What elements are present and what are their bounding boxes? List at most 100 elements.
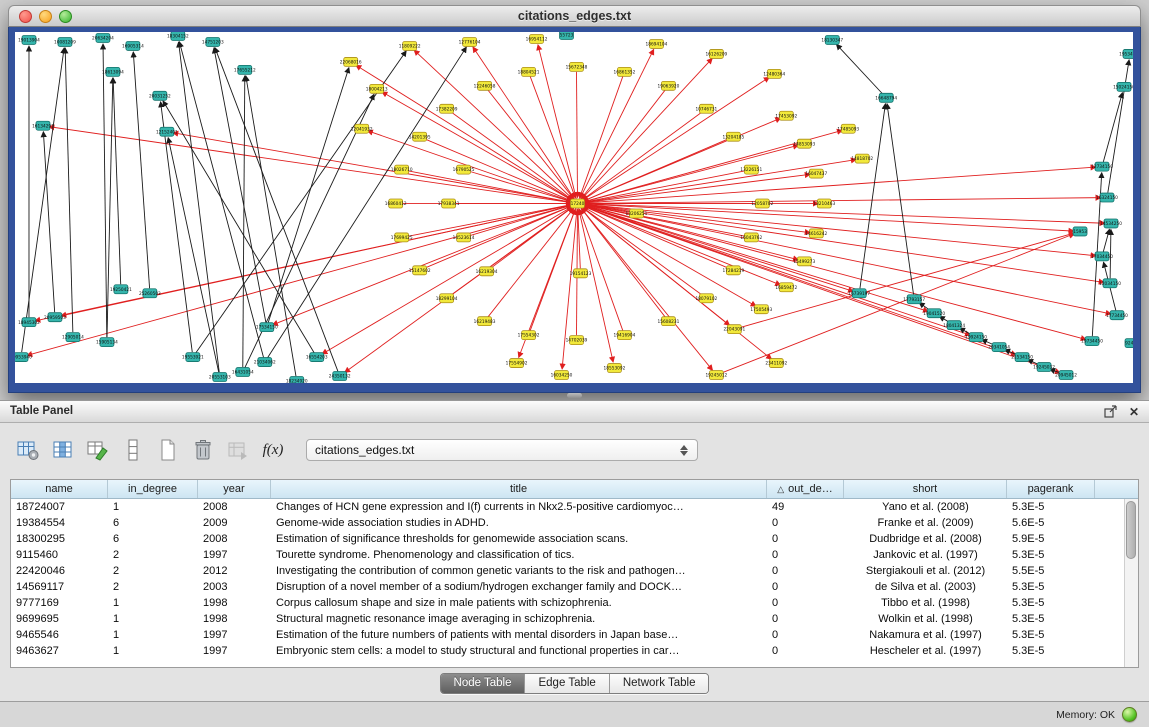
graph-node[interactable]: 20031252 bbox=[149, 91, 171, 100]
graph-node[interactable]: 17554902 bbox=[506, 359, 528, 368]
graph-node[interactable]: 16739197 bbox=[848, 289, 870, 298]
graph-edge[interactable] bbox=[407, 205, 572, 237]
graph-edge[interactable] bbox=[356, 65, 574, 201]
table-cell-in-degree[interactable]: 1 bbox=[108, 611, 198, 627]
column-header-out-de-[interactable]: △out_de… bbox=[767, 480, 844, 498]
graph-node[interactable]: 12152401 bbox=[156, 127, 178, 136]
graph-edge[interactable] bbox=[582, 205, 781, 285]
graph-node[interactable]: 10746731 bbox=[695, 104, 717, 113]
graph-node[interactable]: 19063920 bbox=[658, 81, 680, 90]
graph-node[interactable]: 18026710 bbox=[391, 165, 413, 174]
table-source-dropdown[interactable]: citations_edges.txt bbox=[306, 439, 698, 461]
graph-edge[interactable] bbox=[582, 198, 1101, 204]
graph-edge[interactable] bbox=[267, 47, 466, 358]
graph-edge[interactable] bbox=[272, 205, 573, 325]
graph-node[interactable]: 12058702 bbox=[751, 199, 773, 208]
table-cell-in-degree[interactable]: 1 bbox=[108, 627, 198, 643]
graph-node[interactable]: 19154123 bbox=[570, 269, 592, 278]
graph-node[interactable]: 19924150 bbox=[965, 333, 987, 342]
table-cell-name[interactable]: 22420046 bbox=[11, 563, 108, 579]
graph-edge[interactable] bbox=[22, 48, 64, 352]
network-window-titlebar[interactable]: citations_edges.txt bbox=[8, 5, 1141, 27]
table-cell-pagerank[interactable]: 5.3E-5 bbox=[1007, 499, 1095, 515]
graph-node[interactable]: 10953940 bbox=[15, 353, 32, 362]
graph-node[interactable]: 55723 bbox=[560, 32, 574, 39]
graph-node[interactable]: 18304152 bbox=[167, 32, 189, 40]
graph-node[interactable]: 15672348 bbox=[566, 62, 588, 71]
graph-edge[interactable] bbox=[1103, 229, 1109, 251]
table-cell-out-de-[interactable]: 0 bbox=[767, 547, 844, 563]
table-cell-short[interactable]: Yano et al. (2008) bbox=[844, 499, 1007, 515]
table-cell-out-de-[interactable]: 49 bbox=[767, 499, 844, 515]
table-row[interactable]: 946362711997Embryonic stem cells: a mode… bbox=[11, 643, 1124, 659]
table-row[interactable]: 946554611997Estimation of the future num… bbox=[11, 627, 1124, 643]
graph-node[interactable]: 16905314 bbox=[122, 41, 144, 50]
table-cell-pagerank[interactable]: 5.3E-5 bbox=[1007, 611, 1095, 627]
graph-node[interactable]: 18553092 bbox=[604, 364, 626, 373]
table-cell-year[interactable]: 1997 bbox=[198, 547, 271, 563]
column-header-in-degree[interactable]: in_degree bbox=[108, 480, 198, 498]
table-cell-pagerank[interactable]: 5.9E-5 bbox=[1007, 531, 1095, 547]
column-visibility-button[interactable] bbox=[49, 436, 77, 464]
new-column-button[interactable] bbox=[154, 436, 182, 464]
table-row[interactable]: 1830029562008Estimation of significance … bbox=[11, 531, 1124, 547]
table-cell-short[interactable]: Stergiakouli et al. (2012) bbox=[844, 563, 1007, 579]
table-cell-title[interactable]: Genome-wide association studies in ADHD. bbox=[271, 515, 767, 531]
table-cell-title[interactable]: Investigating the contribution of common… bbox=[271, 563, 767, 579]
table-cell-year[interactable]: 2009 bbox=[198, 515, 271, 531]
graph-edge[interactable] bbox=[163, 101, 314, 353]
graph-edge[interactable] bbox=[887, 104, 913, 295]
delete-column-button[interactable] bbox=[189, 436, 217, 464]
citation-network-graph[interactable]: 1724012058702160437621728421918079102156… bbox=[15, 32, 1133, 383]
graph-node[interactable]: 11809222 bbox=[399, 41, 421, 50]
table-row[interactable]: 911546021997Tourette syndrome. Phenomeno… bbox=[11, 547, 1124, 563]
graph-edge[interactable] bbox=[168, 138, 219, 373]
table-cell-year[interactable]: 2012 bbox=[198, 563, 271, 579]
graph-edge[interactable] bbox=[1103, 93, 1122, 162]
graph-edge[interactable] bbox=[581, 58, 712, 199]
table-cell-out-de-[interactable]: 0 bbox=[767, 643, 844, 659]
table-cell-out-de-[interactable]: 0 bbox=[767, 611, 844, 627]
graph-edge[interactable] bbox=[581, 208, 665, 317]
table-cell-out-de-[interactable]: 0 bbox=[767, 627, 844, 643]
graph-node[interactable]: 16126209 bbox=[705, 49, 727, 58]
graph-edge[interactable] bbox=[578, 209, 580, 268]
graph-edge[interactable] bbox=[196, 51, 407, 353]
graph-edge[interactable] bbox=[576, 72, 577, 198]
table-cell-year[interactable]: 1998 bbox=[198, 595, 271, 611]
table-cell-name[interactable]: 9465546 bbox=[11, 627, 108, 643]
graph-node[interactable]: 14751203 bbox=[202, 37, 224, 46]
graph-node[interactable]: 19534150 bbox=[1119, 49, 1133, 58]
graph-node[interactable]: 12246058 bbox=[474, 81, 496, 90]
graph-node[interactable]: 17382209 bbox=[436, 104, 458, 113]
table-row[interactable]: 969969511998Structural magnetic resonanc… bbox=[11, 611, 1124, 627]
table-cell-pagerank[interactable]: 5.3E-5 bbox=[1007, 547, 1095, 563]
graph-node[interactable]: 12776104 bbox=[459, 37, 481, 46]
table-cell-in-degree[interactable]: 1 bbox=[108, 643, 198, 659]
graph-node[interactable]: 14853093 bbox=[793, 139, 815, 148]
graph-node[interactable]: 12034150 bbox=[1099, 279, 1121, 288]
graph-node[interactable]: 17699425 bbox=[391, 233, 413, 242]
scrollbar-thumb[interactable] bbox=[1126, 501, 1136, 559]
table-row[interactable]: 977716911998Corpus callosum shape and si… bbox=[11, 595, 1124, 611]
graph-node[interactable]: 19734450 bbox=[1081, 337, 1103, 346]
table-cell-pagerank[interactable]: 5.3E-5 bbox=[1007, 579, 1095, 595]
graph-edge[interactable] bbox=[579, 77, 622, 198]
graph-node[interactable]: 17938341 bbox=[438, 199, 460, 208]
graph-node[interactable]: 18130347 bbox=[821, 35, 843, 44]
minimize-window-button[interactable] bbox=[39, 10, 52, 23]
graph-edge[interactable] bbox=[243, 76, 245, 367]
graph-node[interactable]: 14534250 bbox=[1100, 219, 1122, 228]
panel-divider-handle[interactable] bbox=[567, 393, 582, 398]
table-cell-name[interactable]: 9699695 bbox=[11, 611, 108, 627]
graph-node[interactable]: 15608231 bbox=[658, 317, 680, 326]
column-header-pagerank[interactable]: pagerank bbox=[1007, 480, 1095, 498]
row-height-button[interactable] bbox=[119, 436, 147, 464]
graph-edge[interactable] bbox=[103, 44, 107, 337]
table-cell-title[interactable]: Structural magnetic resonance image aver… bbox=[271, 611, 767, 627]
table-cell-title[interactable]: Estimation of the future numbers of pati… bbox=[271, 627, 767, 643]
graph-edge[interactable] bbox=[414, 50, 574, 200]
graph-node[interactable]: 13226151 bbox=[740, 165, 762, 174]
table-cell-title[interactable]: Corpus callosum shape and size in male p… bbox=[271, 595, 767, 611]
network-canvas[interactable]: 1724012058702160437621728421918079102156… bbox=[15, 32, 1133, 383]
